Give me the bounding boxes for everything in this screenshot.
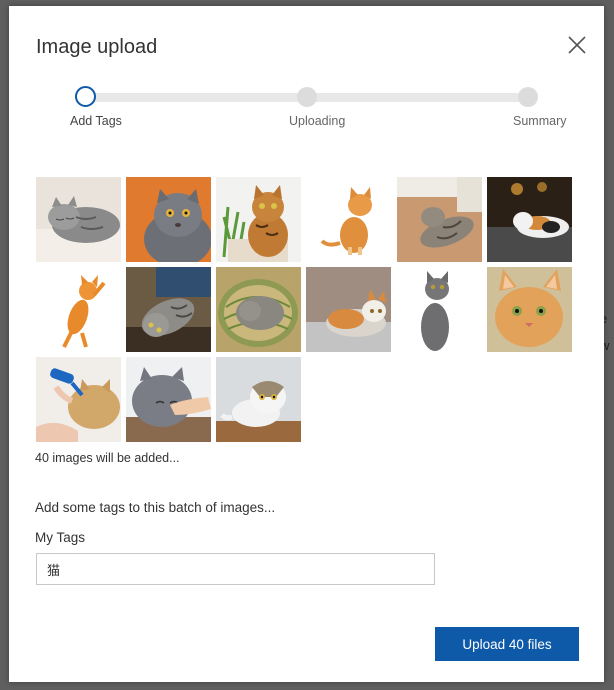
stepper-track-2 xyxy=(308,93,528,102)
step-label-uploading: Uploading xyxy=(289,114,346,128)
image-thumbnail xyxy=(216,177,301,262)
image-count-text: 40 images will be added... xyxy=(35,451,180,465)
tags-field-label: My Tags xyxy=(35,530,86,545)
image-thumbnail xyxy=(126,267,211,352)
image-upload-dialog: Image upload Add Tags Uploading Summary xyxy=(9,6,604,682)
step-dot-summary xyxy=(518,87,538,107)
step-dot-uploading xyxy=(297,87,317,107)
stepper-track-1 xyxy=(86,93,308,102)
image-thumbnail xyxy=(216,357,301,442)
image-thumbnail xyxy=(36,177,121,262)
image-thumbnail xyxy=(36,267,121,352)
image-thumbnail xyxy=(487,177,572,262)
image-thumbnail xyxy=(36,357,121,442)
upload-files-button[interactable]: Upload 40 files xyxy=(435,627,579,661)
image-thumbnail xyxy=(126,357,211,442)
image-thumbnail xyxy=(397,177,482,262)
image-thumbnail xyxy=(126,177,211,262)
close-icon[interactable] xyxy=(566,34,588,56)
image-thumbnail xyxy=(306,267,391,352)
step-dot-add-tags xyxy=(75,86,96,107)
dialog-title: Image upload xyxy=(36,36,158,58)
image-thumbnail xyxy=(487,267,572,352)
image-thumbnail xyxy=(397,267,482,352)
tags-prompt: Add some tags to this batch of images... xyxy=(35,500,276,515)
tags-input[interactable] xyxy=(36,553,435,585)
image-thumbnail xyxy=(216,267,301,352)
step-label-summary: Summary xyxy=(513,114,567,128)
image-thumbnail xyxy=(306,177,391,262)
step-label-add-tags: Add Tags xyxy=(70,114,122,128)
